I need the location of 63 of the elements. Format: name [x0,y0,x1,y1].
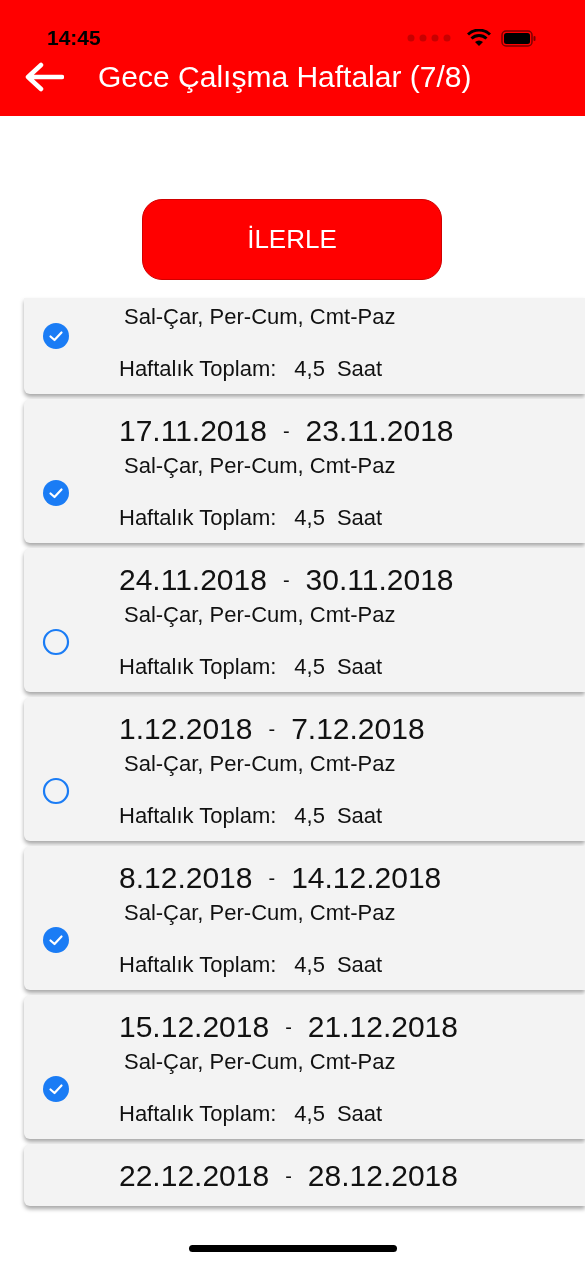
week-days: Sal-Çar, Per-Cum, Cmt-Paz [119,451,454,481]
week-days: Sal-Çar, Per-Cum, Cmt-Paz [119,600,454,630]
start-date: 8.12.2018 [119,860,253,896]
total-label: Haftalık Toplam: [119,1100,277,1128]
unit-label: Saat [336,653,383,681]
week-days: Sal-Çar, Per-Cum, Cmt-Paz [119,749,425,779]
unit-label: Saat [336,951,383,979]
unit-label: Saat [336,1100,383,1128]
total-value: 4,5 [294,504,325,532]
signal-icon [407,34,453,42]
wifi-icon [467,29,491,47]
start-date: 22.12.2018 [119,1158,270,1194]
total-label: Haftalık Toplam: [119,653,277,681]
total-label: Haftalık Toplam: [119,355,277,383]
end-date: 23.11.2018 [305,413,454,449]
start-date: 15.12.2018 [119,1009,270,1045]
start-date: 17.11.2018 [119,413,267,449]
battery-icon [501,29,537,47]
empty-circle-icon[interactable] [42,628,70,656]
total-label: Haftalık Toplam: [119,802,277,830]
empty-circle-icon[interactable] [42,777,70,805]
week-days: Sal-Çar, Per-Cum, Cmt-Paz [119,898,442,928]
date-separator: - [285,1164,292,1189]
week-card[interactable]: 15.12.2018 - 21.12.2018 Sal-Çar, Per-Cum, Cmt-Paz Haftalık Toplam: 4,5 Saat [24,995,585,1139]
week-card[interactable]: 8.12.2018 - 14.12.2018 Sal-Çar, Per-Cum, Cmt-Paz Haftalık Toplam: 4,5 Saat [24,846,585,990]
end-date: 14.12.2018 [291,860,442,896]
screen-title: Gece Çalışma Haftalar (7/8) [98,60,472,94]
date-separator: - [268,717,276,742]
week-days: Sal-Çar, Per-Cum, Cmt-Paz [119,302,396,332]
week-card[interactable]: 17.11.2018 - 23.11.2018 Sal-Çar, Per-Cum, Cmt-Paz Haftalık Toplam: 4,5 Saat [24,399,585,543]
checked-circle-icon[interactable] [42,926,70,954]
week-card[interactable]: Sal-Çar, Per-Cum, Cmt-Paz Haftalık Toplam: 4,5 Saat [24,298,585,394]
back-arrow-icon [24,62,64,92]
date-separator: - [268,866,276,891]
total-label: Haftalık Toplam: [119,951,277,979]
week-card[interactable]: 24.11.2018 - 30.11.2018 Sal-Çar, Per-Cum, Cmt-Paz Haftalık Toplam: 4,5 Saat [24,548,585,692]
week-days: Sal-Çar, Per-Cum, Cmt-Paz [119,1047,458,1077]
proceed-button[interactable]: İLERLE [142,199,442,280]
unit-label: Saat [336,802,383,830]
end-date: 30.11.2018 [305,562,454,598]
total-value: 4,5 [294,951,325,979]
checked-circle-icon[interactable] [42,1075,70,1103]
total-value: 4,5 [294,355,325,383]
date-separator: - [285,1015,292,1040]
end-date: 7.12.2018 [291,711,425,747]
checked-circle-icon[interactable] [42,479,70,507]
date-separator: - [282,568,290,593]
total-label: Haftalık Toplam: [119,504,277,532]
end-date: 21.12.2018 [307,1009,458,1045]
checked-circle-icon[interactable] [42,322,70,350]
start-date: 1.12.2018 [119,711,253,747]
unit-label: Saat [336,504,383,532]
total-value: 4,5 [294,653,325,681]
week-card[interactable]: 22.12.2018 - 28.12.2018 [24,1144,585,1206]
end-date: 28.12.2018 [307,1158,458,1194]
total-value: 4,5 [294,1100,325,1128]
date-separator: - [282,419,290,444]
total-value: 4,5 [294,802,325,830]
start-date: 24.11.2018 [119,562,267,598]
back-button[interactable] [24,62,64,92]
unit-label: Saat [336,355,383,383]
status-time: 14:45 [47,26,101,50]
week-card[interactable]: 1.12.2018 - 7.12.2018 Sal-Çar, Per-Cum, Cmt-Paz Haftalık Toplam: 4,5 Saat [24,697,585,841]
